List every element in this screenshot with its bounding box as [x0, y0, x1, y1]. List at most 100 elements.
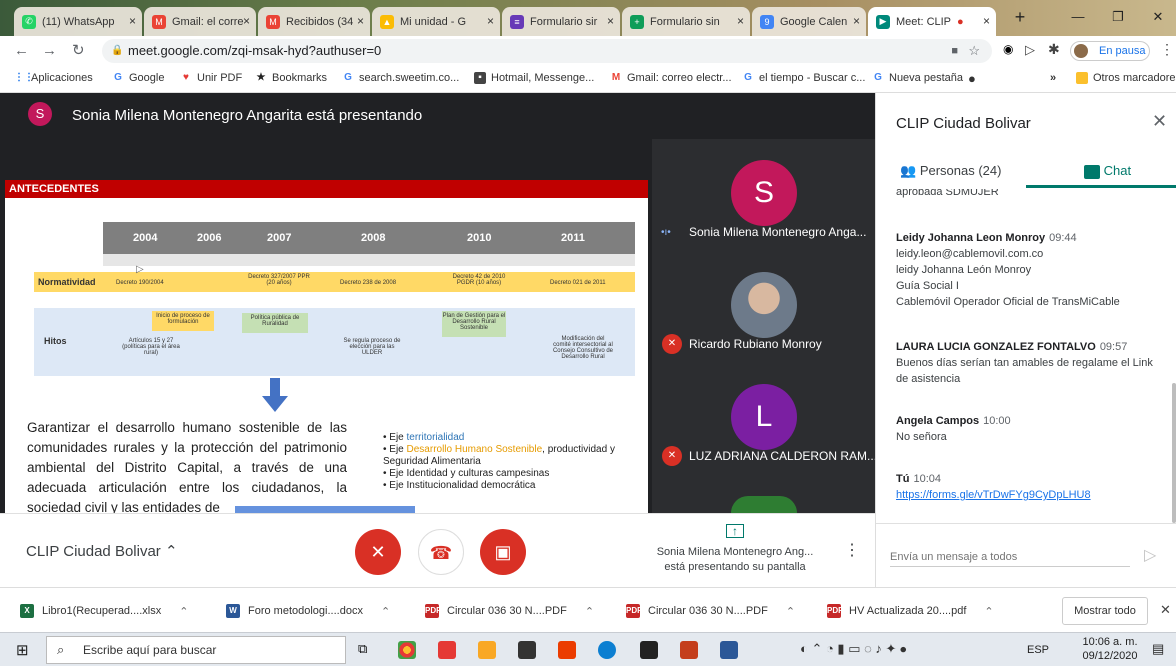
restore-button[interactable]: ❐ [1098, 6, 1138, 28]
windows-start-icon[interactable]: ⊞ [16, 641, 29, 659]
tab-chat[interactable]: Chat [1084, 163, 1131, 179]
more-bookmarks-icon[interactable]: » [1050, 72, 1056, 84]
chat-input[interactable] [890, 547, 1130, 567]
taskbar-search[interactable]: ⌕ Escribe aquí para buscar [46, 636, 346, 664]
heart-icon: ♥ [183, 72, 189, 83]
minimize-button[interactable]: — [1058, 6, 1098, 28]
tab-meet[interactable]: ▶ Meet: CLIP ● × [868, 7, 996, 36]
close-icon[interactable]: × [129, 14, 136, 28]
bookmark-google[interactable]: G Google [112, 72, 164, 84]
bookmark-aplicaciones[interactable]: ⋮⋮ Aplicaciones [14, 72, 93, 84]
bookmark-unir-pdf[interactable]: ♥ Unir PDF [180, 72, 242, 84]
bookmark-bookmarks[interactable]: ★ Bookmarks [255, 72, 328, 84]
download-item[interactable]: PDF Circular 036 30 N....PDF ⌃ [626, 604, 795, 618]
tab-whatsapp[interactable]: ✆ (11) WhatsApp × [14, 7, 142, 36]
pdf-file-icon: PDF [827, 604, 843, 618]
download-item[interactable]: PDF Circular 036 30 N....PDF ⌃ [425, 604, 594, 618]
close-icon[interactable]: ✕ [1152, 111, 1167, 132]
back-icon[interactable]: ← [14, 42, 29, 59]
close-icon[interactable]: × [737, 14, 744, 28]
mail-icon[interactable] [640, 641, 658, 659]
bookmark-sweetim[interactable]: Gsearch.sweetim.co... [342, 72, 459, 84]
close-icon[interactable]: × [853, 14, 860, 28]
cast-icon[interactable]: ▷ [1025, 42, 1035, 58]
meeting-title[interactable]: CLIP Ciudad Bolivar ⌃ [26, 542, 178, 560]
github-icon[interactable]: ● [968, 71, 976, 86]
tab-recibidos[interactable]: M Recibidos (34 × [258, 7, 370, 36]
tab-drive[interactable]: ▲ Mi unidad - G × [372, 7, 500, 36]
clock-time[interactable]: 10:06 a. m. [1082, 636, 1138, 648]
bullet-item: • Eje territorialidad [383, 432, 465, 443]
presenter-text: Sonia Milena Montenegro Angarita está pr… [72, 107, 423, 124]
close-icon[interactable]: × [487, 14, 494, 28]
close-icon[interactable]: ✕ [1160, 602, 1171, 618]
bookmark-nueva-pestana[interactable]: G Nueva pestaña [872, 72, 963, 84]
more-options-icon[interactable]: ⋮ [844, 540, 860, 560]
url-field[interactable]: 🔒 meet.google.com/zqi-msak-hyd?authuser=… [102, 39, 992, 63]
camera-icon[interactable]: ■ [951, 39, 958, 63]
show-all-button[interactable]: Mostrar todo [1062, 597, 1148, 625]
lock-icon: 🔒 [111, 45, 124, 56]
tab-calendar[interactable]: 9 Google Calen × [752, 7, 866, 36]
download-item[interactable]: PDF HV Actualizada 20....pdf ⌃ [827, 604, 994, 618]
close-icon[interactable]: × [357, 14, 364, 28]
extension-icon[interactable]: ◉ [1003, 42, 1013, 56]
language-indicator[interactable]: ESP [1027, 644, 1049, 656]
chat-scrollbar[interactable] [1172, 383, 1176, 523]
powerpoint-icon[interactable] [680, 641, 698, 659]
excel-file-icon: X [20, 604, 34, 618]
form-link[interactable]: https://forms.gle/vTrDwFYg9CyDpLHU8 [896, 487, 1166, 503]
tab-personas[interactable]: 👥 Personas (24) [900, 163, 1001, 179]
participant-name: LUZ ADRIANA CALDERON RAM... [689, 449, 878, 463]
camera-toggle-button[interactable]: ▣ [480, 529, 526, 575]
send-icon[interactable]: ▷ [1144, 545, 1156, 565]
bookmark-hotmail[interactable]: ▪ Hotmail, Messenge... [474, 72, 594, 84]
slide-toolbar[interactable] [235, 506, 415, 513]
presenting-line2: está presentando su pantalla [664, 561, 806, 573]
extensions-puzzle-icon[interactable]: ✱ [1048, 41, 1060, 58]
download-item[interactable]: X Libro1(Recuperad....xlsx ⌃ [20, 604, 188, 618]
slide-bullets: • Eje territorialidad • Eje Desarrollo H… [383, 432, 643, 492]
forms-icon: ≡ [510, 14, 524, 29]
clock-date[interactable]: 09/12/2020 [1082, 650, 1138, 662]
participant-tile[interactable]: L ✕ LUZ ADRIANA CALDERON RAM... [652, 363, 878, 475]
chrome-icon[interactable] [398, 641, 416, 659]
word-icon[interactable] [720, 641, 738, 659]
bookmark-otros[interactable]: Otros marcadores [1076, 72, 1176, 84]
tab-formulario-2[interactable]: + Formulario sin × [622, 7, 750, 36]
close-icon[interactable]: × [607, 14, 614, 28]
tab-gmail[interactable]: M Gmail: el corre × [144, 7, 256, 36]
app-icon[interactable] [438, 641, 456, 659]
avatar [1074, 44, 1088, 58]
tray-icons[interactable]: ◐ ⌃ ◔ ▮ ▭ ◌ ♪ ✦ ⦁ [800, 641, 907, 657]
window-close-button[interactable]: ✕ [1138, 6, 1176, 28]
mic-toggle-button[interactable]: ✕ [355, 529, 401, 575]
file-explorer-icon[interactable] [478, 641, 496, 659]
present-screen-icon[interactable]: ↑ [726, 524, 744, 538]
task-view-icon[interactable]: ⧉ [358, 641, 367, 657]
clipped-message: aprobada SDMUJER [896, 189, 999, 198]
star-icon[interactable]: ☆ [968, 39, 980, 63]
bookmark-gmail[interactable]: M Gmail: correo electr... [610, 72, 732, 84]
participant-tile[interactable]: S •ı• Sonia Milena Montenegro Anga... [652, 139, 875, 251]
google-icon: G [874, 72, 882, 83]
end-call-button[interactable]: ☎ [418, 529, 464, 575]
store-icon[interactable] [518, 641, 536, 659]
participant-tile[interactable]: ✕ Ricardo Rubiano Monroy [652, 251, 875, 363]
download-item[interactable]: W Foro metodologi....docx ⌃ [226, 604, 390, 618]
presenting-line1: Sonia Milena Montenegro Ang... [656, 546, 814, 558]
forward-icon[interactable]: → [42, 42, 57, 59]
bookmark-el-tiempo[interactable]: Gel tiempo - Buscar c... [742, 72, 865, 84]
office-icon[interactable] [558, 641, 576, 659]
close-icon[interactable]: × [243, 14, 250, 28]
edge-icon[interactable] [598, 641, 616, 659]
tab-formulario-1[interactable]: ≡ Formulario sir × [502, 7, 620, 36]
reload-icon[interactable]: ↻ [72, 41, 85, 59]
new-tab-button[interactable]: + [1000, 6, 1040, 28]
profile-button[interactable]: En pausa [1070, 41, 1150, 61]
close-icon[interactable]: × [983, 14, 990, 28]
folder-icon [1076, 72, 1088, 84]
menu-icon[interactable]: ⋮ [1160, 41, 1174, 58]
notifications-icon[interactable]: ▤ [1152, 641, 1164, 657]
bullet-item: • Eje Desarrollo Humano Sostenible, prod… [383, 444, 615, 467]
